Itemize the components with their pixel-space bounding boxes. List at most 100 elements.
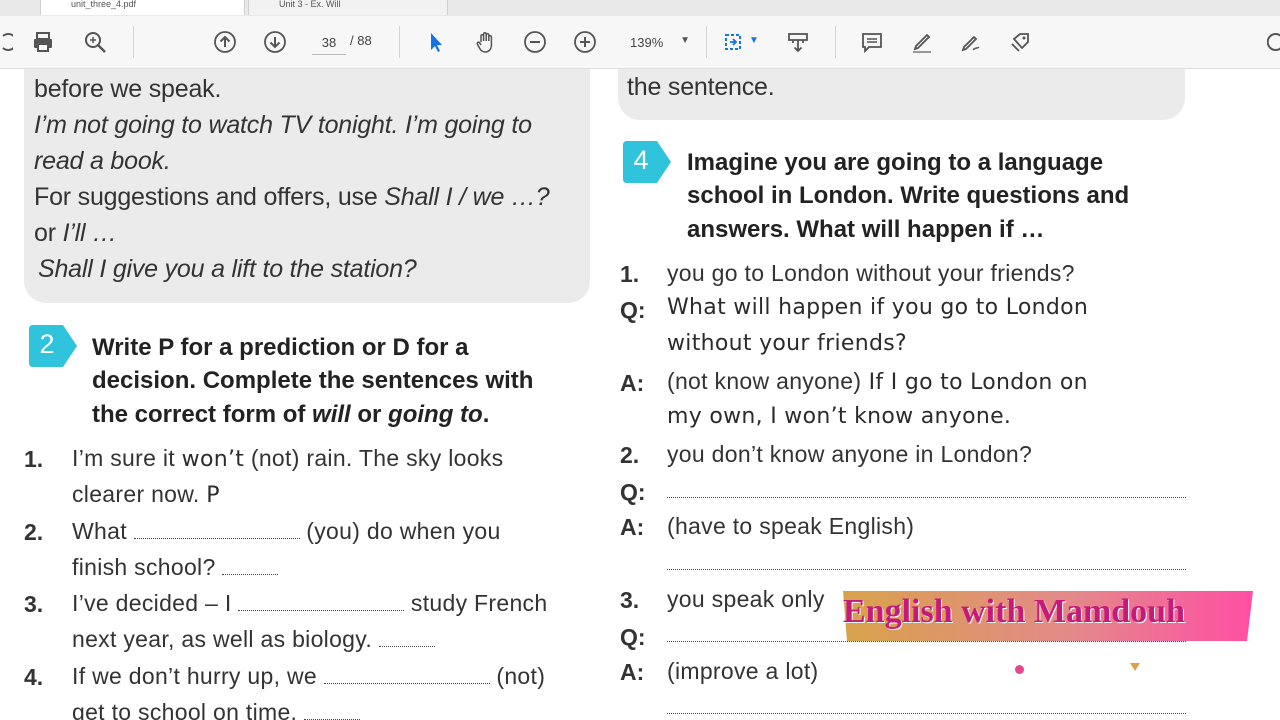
tab-label: unit_three_4.pdf <box>71 0 137 9</box>
highlight-icon[interactable] <box>909 29 935 55</box>
select-cursor-icon[interactable] <box>423 29 449 55</box>
answer-blank[interactable] <box>133 537 300 539</box>
title-part: the correct form of <box>92 401 313 428</box>
search-icon[interactable] <box>82 29 108 55</box>
fit-page-icon[interactable] <box>721 29 747 55</box>
item-number: 2. <box>24 519 44 545</box>
watermark-banner: English with Mamdouh <box>843 589 1253 643</box>
exercise-line: I’m sure it won’t (not) rain. The sky lo… <box>72 445 503 472</box>
text-part: next year, as well as biology. <box>72 626 379 652</box>
question-label: Q: <box>620 297 646 323</box>
hand-icon[interactable] <box>473 29 499 55</box>
tab-document-1[interactable]: unit_three_4.pdf <box>40 0 245 15</box>
item-number: 1. <box>24 446 44 472</box>
exercise-title: Write P for a prediction or D for a <box>92 334 469 361</box>
comment-icon[interactable] <box>859 29 885 55</box>
answer-blank[interactable] <box>378 645 435 647</box>
toolbar-divider <box>133 26 134 58</box>
text-part: get to school on time. <box>72 699 304 720</box>
exercise-title: the correct form of will or going to. <box>92 398 489 432</box>
answer-hint: (not know anyone) <box>667 368 862 394</box>
answer-hint: (improve a lot) <box>667 658 819 684</box>
grammar-text: before we speak. <box>34 75 222 103</box>
handwritten-answer: What will happen if you go to London <box>667 295 1089 320</box>
text-part: What <box>72 518 134 544</box>
print-icon[interactable] <box>30 29 56 55</box>
page-number-input[interactable] <box>312 30 346 55</box>
handwritten-answer: If I go to London on <box>861 370 1088 395</box>
text-part: finish school? <box>72 554 223 580</box>
answer-label: A: <box>620 514 645 540</box>
scroll-mode-icon[interactable] <box>785 29 811 55</box>
zoom-select[interactable]: 139% ▼ <box>620 30 692 54</box>
grammar-text: or I’ll … <box>34 219 117 248</box>
zoom-in-icon[interactable] <box>572 29 598 55</box>
decorative-triangle <box>1130 663 1140 671</box>
handwritten-answer: my own, I won’t know anyone. <box>667 404 1012 429</box>
exercise-prompt: you go to London without your friends? <box>667 260 1075 286</box>
toolbar-divider <box>835 26 836 58</box>
next-page-icon[interactable] <box>262 29 288 55</box>
more-icon[interactable] <box>1266 29 1280 55</box>
page-total: / 88 <box>350 33 372 48</box>
chevron-down-icon: ▼ <box>680 35 690 46</box>
title-part: going to <box>388 401 483 428</box>
tab-document-2[interactable]: Unit 3 - Ex. Will <box>248 0 448 15</box>
text-part: study French <box>404 590 548 616</box>
exercise-title: decision. Complete the sentences with <box>92 367 534 394</box>
previous-page-icon[interactable] <box>212 29 238 55</box>
exercise-line: I’ve decided – I study French <box>72 590 547 617</box>
text-part: clearer now. <box>72 481 207 507</box>
toolbar-divider <box>399 26 400 58</box>
grammar-text: For suggestions and offers, use Shall I … <box>34 183 550 212</box>
tab-label: Unit 3 - Ex. Will <box>279 0 341 9</box>
exercise-line: If we don’t hurry up, we (not) <box>72 663 545 690</box>
text-part: (not) rain. The sky looks <box>244 445 504 471</box>
exercise-title: answers. What will happen if … <box>687 216 1045 243</box>
text-part: (you) do when you <box>299 518 501 544</box>
item-number: 1. <box>620 261 640 287</box>
answer-hint: (have to speak English) <box>667 513 915 539</box>
decorative-dot <box>1015 665 1024 674</box>
title-part: or <box>350 401 389 428</box>
answer-blank[interactable] <box>667 497 1186 498</box>
watermark-text: English with Mamdouh <box>843 593 1185 630</box>
question-label: Q: <box>620 479 646 505</box>
answer-blank[interactable] <box>323 682 490 684</box>
answer-blank[interactable] <box>667 713 1186 714</box>
toolbar-divider <box>706 26 707 58</box>
grammar-example: read a book. <box>34 147 171 175</box>
item-number: 3. <box>620 587 640 613</box>
exercise-line: finish school? <box>72 554 279 581</box>
document-page: before we speak. I’m not going to watch … <box>0 69 1280 720</box>
text-part: If we don’t hurry up, we <box>72 663 324 689</box>
exercise-line: (not know anyone) If I go to London on <box>667 368 1088 395</box>
exercise-title: Imagine you are going to a language <box>687 149 1104 176</box>
grammar-example: Shall I / we …? <box>384 183 550 211</box>
exercise-number-badge: 4 <box>621 139 671 185</box>
answer-blank[interactable] <box>222 573 279 575</box>
item-number: 3. <box>24 591 44 617</box>
title-part: . <box>482 401 490 428</box>
exercise-prompt: you speak only <box>667 586 825 612</box>
back-icon[interactable] <box>0 29 14 55</box>
item-number: 2. <box>620 442 640 468</box>
exercise-line: next year, as well as biology. <box>72 626 435 653</box>
pdf-toolbar: / 88 139% ▼ ▼ <box>0 16 1280 69</box>
tab-strip: unit_three_4.pdf Unit 3 - Ex. Will <box>0 0 1280 17</box>
answer-blank[interactable] <box>667 569 1186 570</box>
handwritten-answer: without your friends? <box>667 331 907 356</box>
chevron-down-icon[interactable]: ▼ <box>749 35 759 46</box>
answer-blank[interactable] <box>238 609 405 611</box>
grammar-example: I’m not going to watch TV tonight. I’m g… <box>34 111 532 139</box>
exercise-line: What (you) do when you <box>72 518 501 545</box>
handwritten-answer: won’t <box>181 447 245 472</box>
exercise-title: school in London. Write questions and <box>687 182 1130 209</box>
grammar-text-part: or <box>34 219 63 247</box>
answer-label: A: <box>620 659 645 685</box>
zoom-out-icon[interactable] <box>522 29 548 55</box>
handwritten-answer: P <box>206 483 220 508</box>
share-icon[interactable] <box>1008 29 1034 55</box>
sign-icon[interactable] <box>958 29 984 55</box>
question-label: Q: <box>620 624 646 650</box>
